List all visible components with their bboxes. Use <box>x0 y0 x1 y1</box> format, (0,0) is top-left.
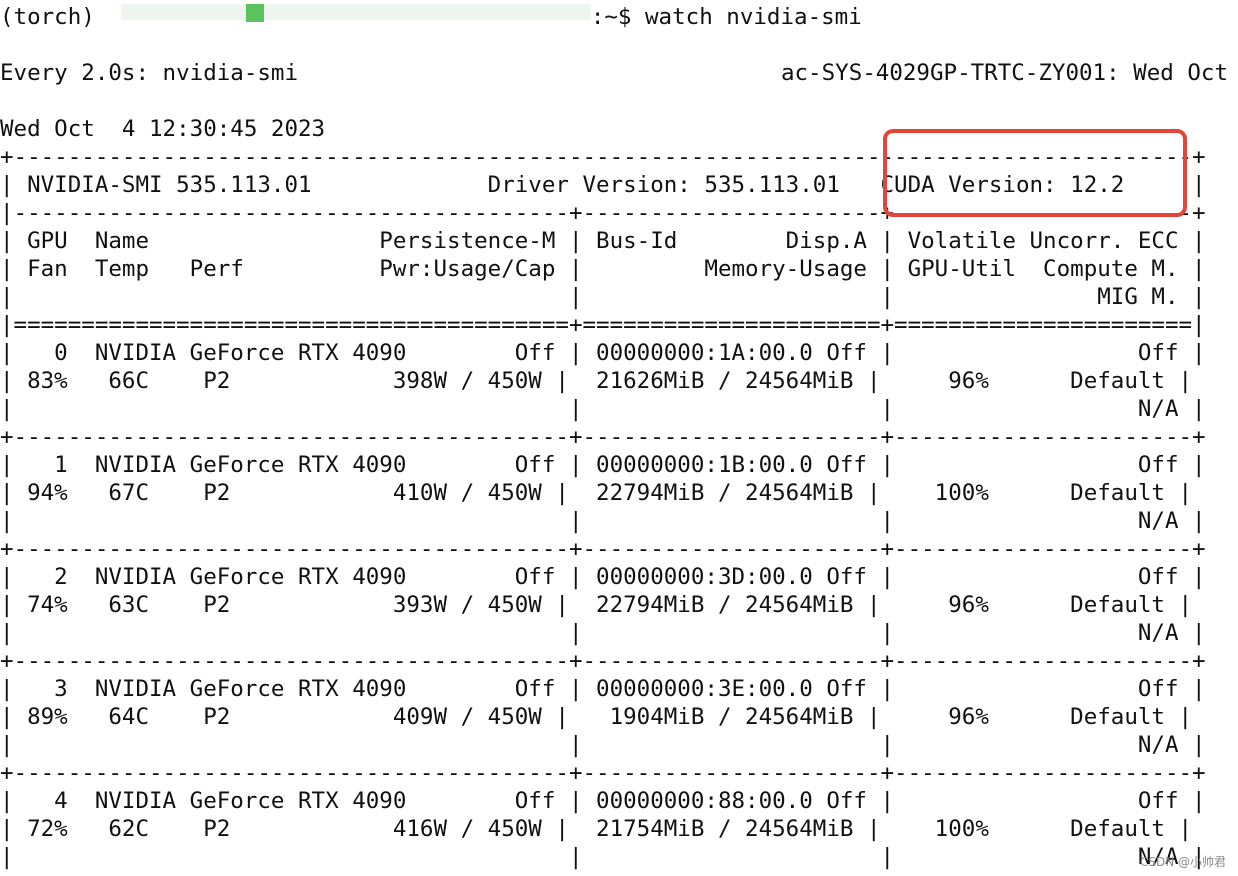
gpu-row-line: | | | N/A | <box>0 732 1206 758</box>
gpu-row-line: | 72% 62C P2 416W / 450W | 21754MiB / 24… <box>0 816 1193 842</box>
smi-double-border: |=======================================… <box>0 312 1206 338</box>
gpu-row-line: | 0 NVIDIA GeForce RTX 4090 Off | 000000… <box>0 340 1206 366</box>
gpu-row-line: | | | N/A | <box>0 508 1206 534</box>
conda-env-label: (torch) <box>0 4 95 30</box>
gpu-row-line: | | | N/A | <box>0 844 1206 870</box>
watch-host-date: ac-SYS-4029GP-TRTC-ZY001: Wed Oct <box>780 60 1228 86</box>
gpu-row-line: | 4 NVIDIA GeForce RTX 4090 Off | 000000… <box>0 788 1206 814</box>
smi-header-line: | GPU Name Persistence-M | Bus-Id Disp.A… <box>0 228 1206 254</box>
gpu-row-line: | | | N/A | <box>0 396 1206 422</box>
gpu-row-separator: +---------------------------------------… <box>0 424 1206 450</box>
gpu-row-line: | 3 NVIDIA GeForce RTX 4090 Off | 000000… <box>0 676 1206 702</box>
smi-version-line: | NVIDIA-SMI 535.113.01 Driver Version: … <box>0 172 1206 198</box>
redaction-mark <box>245 4 264 22</box>
watch-interval-label: Every 2.0s: nvidia-smi <box>0 60 299 86</box>
watch-header: Every 2.0s: nvidia-smi ac-SYS-4029GP-TRTC… <box>0 59 1238 87</box>
prompt-path: :~$ <box>590 4 632 30</box>
smi-header-line: | | | MIG M. | <box>0 284 1206 310</box>
gpu-row-line: | 74% 63C P2 393W / 450W | 22794MiB / 24… <box>0 592 1193 618</box>
shell-prompt-line: (torch) :~$ watch nvidia-smi <box>0 3 1238 31</box>
gpu-row-line: | | | N/A | <box>0 620 1206 646</box>
gpu-row-separator: +---------------------------------------… <box>0 760 1206 786</box>
gpu-row-separator: +---------------------------------------… <box>0 648 1206 674</box>
shell-command: watch nvidia-smi <box>645 4 862 30</box>
gpu-row-separator: +---------------------------------------… <box>0 536 1206 562</box>
timestamp: Wed Oct 4 12:30:45 2023 <box>0 116 326 142</box>
smi-header-separator: |---------------------------------------… <box>0 200 1206 226</box>
gpu-row-line: | 89% 64C P2 409W / 450W | 1904MiB / 245… <box>0 704 1193 730</box>
gpu-row-line: | 94% 67C P2 410W / 450W | 22794MiB / 24… <box>0 480 1193 506</box>
smi-border-top: +---------------------------------------… <box>0 144 1206 170</box>
gpu-row-line: | 1 NVIDIA GeForce RTX 4090 Off | 000000… <box>0 452 1206 478</box>
csdn-watermark: CSDN @小帅君 <box>1139 855 1226 869</box>
terminal-window[interactable]: (torch) :~$ watch nvidia-smi Every 2.0s: … <box>0 3 1238 871</box>
gpu-row-line: | 83% 66C P2 398W / 450W | 21626MiB / 24… <box>0 368 1193 394</box>
smi-header-line: | Fan Temp Perf Pwr:Usage/Cap | Memory-U… <box>0 256 1206 282</box>
gpu-row-line: | 2 NVIDIA GeForce RTX 4090 Off | 000000… <box>0 564 1206 590</box>
redacted-hostname <box>120 4 591 22</box>
